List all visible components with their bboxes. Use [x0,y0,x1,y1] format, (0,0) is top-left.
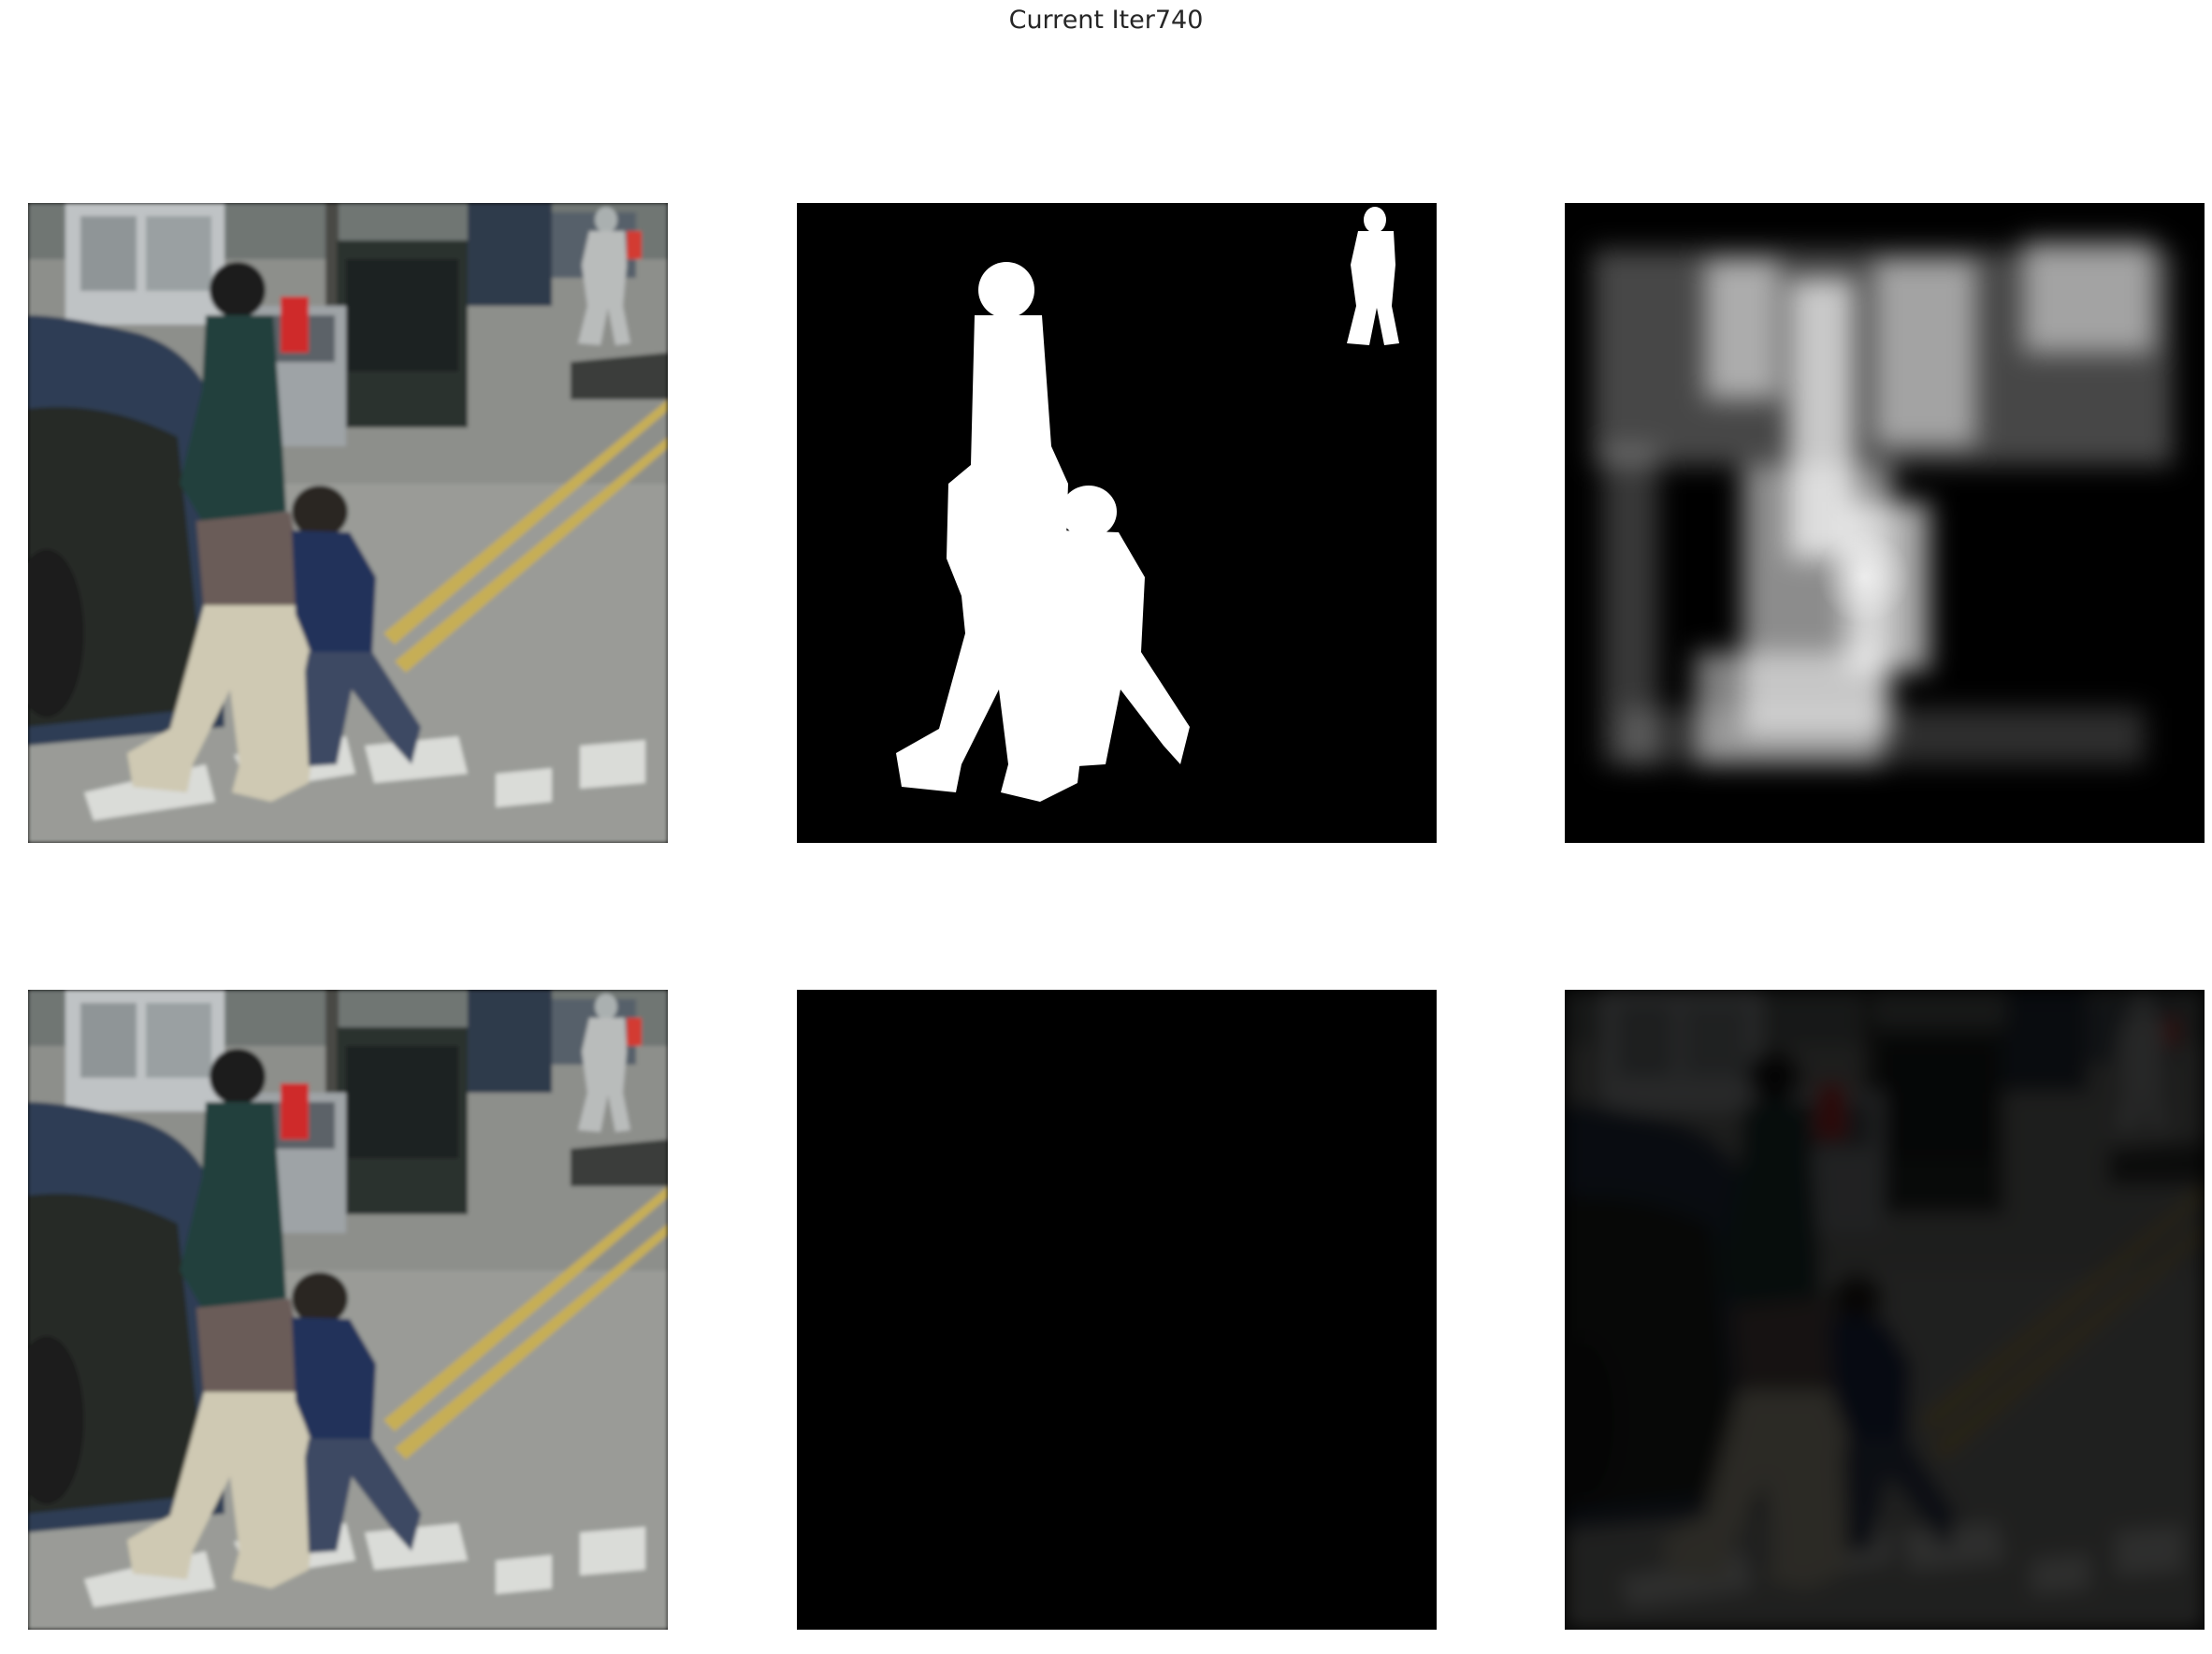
predicted-mask [1565,203,2205,843]
ground-truth-mask [797,203,1437,843]
input-image-bottom [28,990,668,1630]
predicted-masked-image [1565,990,2205,1630]
ground-truth-masked-image [797,990,1437,1630]
figure-title: Current Iter740 [1008,6,1204,35]
input-image-top [28,203,668,843]
